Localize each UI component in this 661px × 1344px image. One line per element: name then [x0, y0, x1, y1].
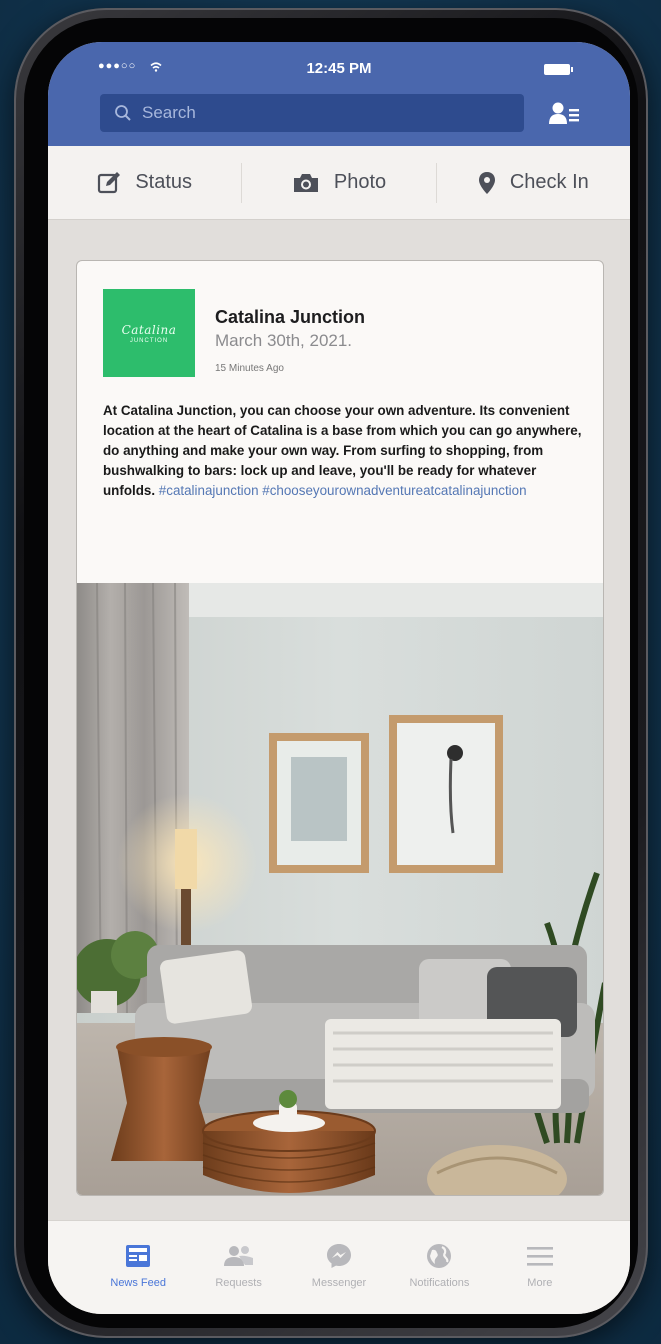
friend-list-icon[interactable]: [548, 100, 580, 126]
location-pin-icon: [478, 171, 495, 194]
tab-news-feed-label: News Feed: [110, 1277, 167, 1289]
status-time: 12:45 PM: [306, 60, 372, 77]
check-in-button[interactable]: Check In: [435, 162, 630, 203]
tab-more-label: More: [527, 1277, 553, 1289]
living-room-photo: [77, 583, 603, 1195]
edit-icon: [98, 171, 121, 193]
photo-button[interactable]: Photo: [241, 162, 435, 203]
status-bar: ●●●○○ 12:45 PM: [48, 58, 630, 82]
tab-notifications-label: Notifications: [409, 1277, 470, 1289]
friend-requests-icon: [223, 1246, 253, 1266]
status-button[interactable]: Status: [48, 163, 241, 203]
tab-requests[interactable]: Requests: [188, 1221, 288, 1314]
search-bar[interactable]: [100, 94, 524, 132]
news-feed-post: Catalina JUNCTION Catalina Junction Marc…: [76, 260, 604, 1196]
app-screen: ●●●○○ 12:45 PM Search Status Photo Check…: [48, 42, 630, 1314]
status-label: Status: [135, 171, 193, 193]
post-photo[interactable]: [77, 583, 603, 1195]
menu-icon: [526, 1247, 553, 1266]
tab-more[interactable]: More: [490, 1221, 590, 1314]
check-in-label: Check In: [509, 171, 589, 193]
messenger-icon: [327, 1244, 352, 1268]
post-hashtags[interactable]: #catalinajunction #chooseyourownadventur…: [159, 483, 527, 498]
battery-icon: [544, 64, 573, 75]
search-input[interactable]: [142, 103, 502, 123]
logo-text-line1: Catalina: [121, 322, 177, 337]
globe-icon: [427, 1244, 452, 1268]
post-timestamp[interactable]: 15 Minutes Ago: [215, 363, 284, 374]
camera-icon: [293, 173, 318, 192]
bottom-tab-bar: News Feed Requests Messenger Notificatio…: [48, 1220, 630, 1314]
news-feed-icon: [126, 1245, 151, 1267]
search-icon: [115, 105, 131, 121]
post-author[interactable]: Catalina Junction: [215, 307, 365, 328]
post-body: At Catalina Junction, you can choose you…: [103, 401, 587, 501]
tab-messenger-label: Messenger: [311, 1277, 367, 1289]
top-nav-bar: ●●●○○ 12:45 PM: [48, 42, 630, 146]
post-date: March 30th, 2021.: [215, 331, 353, 350]
logo-text-line2: JUNCTION: [129, 337, 169, 344]
tab-requests-label: Requests: [215, 1277, 262, 1289]
composer-action-bar: Status Photo Check In: [48, 146, 630, 220]
page-logo[interactable]: Catalina JUNCTION: [103, 289, 195, 377]
tab-news-feed[interactable]: News Feed: [88, 1221, 188, 1314]
tab-notifications[interactable]: Notifications: [389, 1221, 489, 1314]
tab-messenger[interactable]: Messenger: [289, 1221, 389, 1314]
photo-label: Photo: [333, 171, 387, 193]
